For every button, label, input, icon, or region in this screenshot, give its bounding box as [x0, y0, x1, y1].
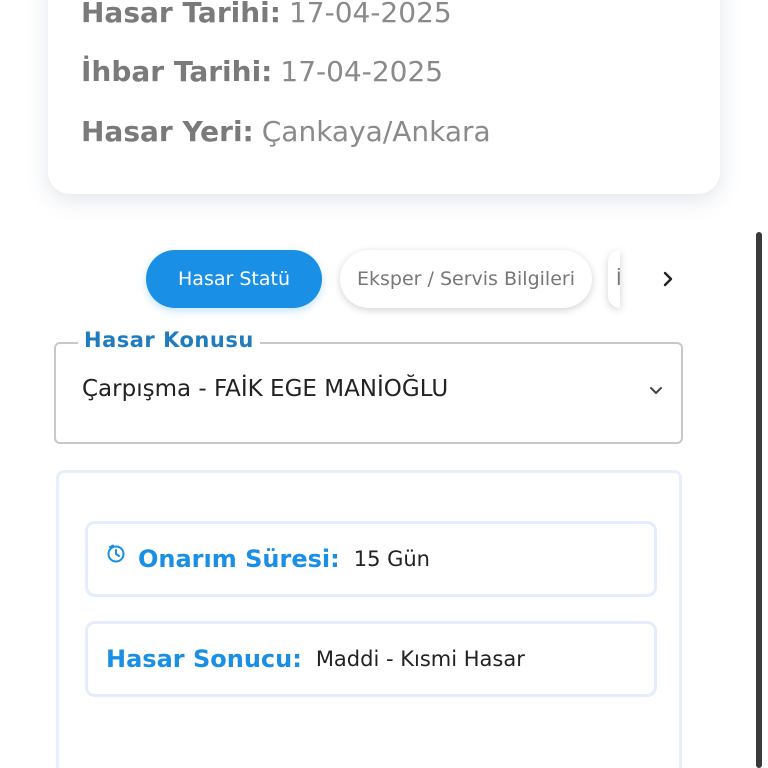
damage-result-value: Maddi - Kısmi Hasar [315, 647, 525, 671]
damage-subject-legend: Hasar Konusu [78, 328, 260, 352]
damage-date-label: Hasar Tarihi: [81, 0, 281, 29]
damage-location-label: Hasar Yeri: [81, 115, 254, 148]
repair-duration-value: 15 Gün [353, 547, 430, 571]
tab-partial[interactable]: İ [608, 250, 620, 308]
damage-date-row: Hasar Tarihi: 17-04-2025 [81, 0, 452, 29]
damage-result-row: Hasar Sonucu: Maddi - Kısmi Hasar [85, 621, 657, 697]
repair-duration-label: Onarım Süresi: [138, 545, 340, 573]
notice-date-row: İhbar Tarihi: 17-04-2025 [81, 55, 443, 88]
clock-icon [107, 544, 125, 563]
tab-hasar-statu[interactable]: Hasar Statü [146, 250, 322, 308]
scrollbar[interactable] [756, 232, 762, 768]
notice-date-value: 17-04-2025 [280, 55, 444, 88]
damage-location-value: Çankaya/Ankara [261, 115, 491, 148]
tab-eksper-servis[interactable]: Eksper / Servis Bilgileri [340, 250, 592, 308]
damage-details-panel: Onarım Süresi: 15 Gün Hasar Sonucu: Madd… [56, 470, 682, 768]
notice-date-label: İhbar Tarihi: [81, 55, 273, 88]
repair-duration-row: Onarım Süresi: 15 Gün [85, 521, 657, 597]
chevron-right-icon-glyph [663, 271, 673, 287]
chevron-down-icon[interactable] [649, 384, 663, 398]
damage-subject-select[interactable]: Hasar Konusu Çarpışma - FAİK EGE MANİOĞL… [54, 328, 683, 444]
damage-location-row: Hasar Yeri: Çankaya/Ankara [81, 115, 491, 148]
damage-date-value: 17-04-2025 [288, 0, 452, 29]
claim-info-card: Hasar Tarihi: 17-04-2025 İhbar Tarihi: 17-… [48, 0, 720, 194]
damage-subject-value: Çarpışma - FAİK EGE MANİOĞLU [82, 376, 449, 402]
damage-result-label: Hasar Sonucu: [106, 645, 302, 673]
chevron-right-icon[interactable] [656, 264, 680, 294]
